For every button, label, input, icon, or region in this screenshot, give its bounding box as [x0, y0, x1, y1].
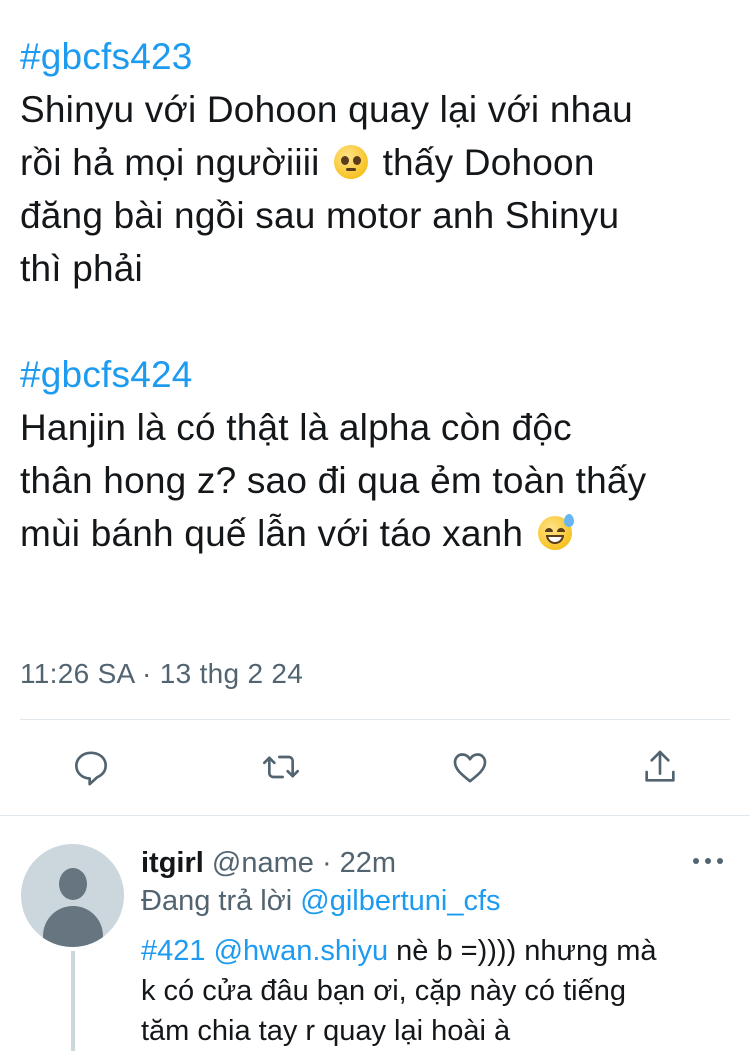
- reply-icon: [75, 751, 107, 786]
- reply-text: #421 @hwan.shiyu nè b =)))) nhưng mà k c…: [141, 935, 657, 1047]
- avatar[interactable]: [21, 844, 124, 947]
- tweet-text-line: Shinyu với Dohoon quay lại với nhau: [20, 89, 633, 130]
- mention-link[interactable]: @hwan.shiyu: [214, 935, 389, 967]
- pleading-face-icon: [334, 145, 369, 179]
- tweet-action-bar: [0, 744, 750, 794]
- tweet-text-line: Hanjin là có thật là alpha còn độc: [20, 407, 572, 448]
- reply-author-name[interactable]: itgirl: [141, 847, 204, 879]
- reply-header: itgirl @name · 22m: [141, 846, 396, 880]
- hashtag-link[interactable]: #421: [141, 935, 206, 967]
- tweet-text-line: rồi hả mọi ngườiiii thấy Dohoon: [20, 142, 595, 183]
- grinning-sweat-face-icon: [537, 514, 574, 550]
- replying-to-handle[interactable]: @gilbertuni_cfs: [300, 885, 500, 917]
- share-button[interactable]: [637, 744, 683, 790]
- heart-icon: [453, 753, 487, 783]
- thread-line: [71, 951, 75, 1051]
- reply-handle-time: @name · 22m: [203, 847, 397, 879]
- like-button[interactable]: [447, 744, 493, 790]
- reply-tweet[interactable]: itgirl @name · 22m Đang trả lời @gilbert…: [0, 816, 750, 1051]
- replying-to: Đang trả lời @gilbertuni_cfs: [141, 885, 501, 917]
- share-icon: [645, 750, 675, 782]
- tweet-text-line: thân hong z? sao đi qua ẻm toàn thấy: [20, 460, 647, 501]
- tweet-text-line: đăng bài ngồi sau motor anh Shinyu: [20, 195, 620, 236]
- more-dots-icon: [693, 858, 699, 864]
- divider: [20, 719, 730, 720]
- tweet-timestamp[interactable]: 11:26 SA · 13 thg 2 24: [20, 658, 303, 690]
- retweet-button[interactable]: [258, 744, 304, 790]
- hashtag-link[interactable]: #gbcfs424: [20, 354, 193, 395]
- more-options-button[interactable]: [693, 851, 723, 871]
- reply-button[interactable]: [68, 744, 114, 790]
- tweet-text-line: thì phải: [20, 248, 143, 289]
- tweet-body: #gbcfs423 Shinyu với Dohoon quay lại với…: [20, 30, 735, 560]
- hashtag-link[interactable]: #gbcfs423: [20, 36, 193, 77]
- tweet-text-line: mùi bánh quế lẫn với táo xanh: [20, 507, 735, 560]
- retweet-icon: [263, 755, 299, 779]
